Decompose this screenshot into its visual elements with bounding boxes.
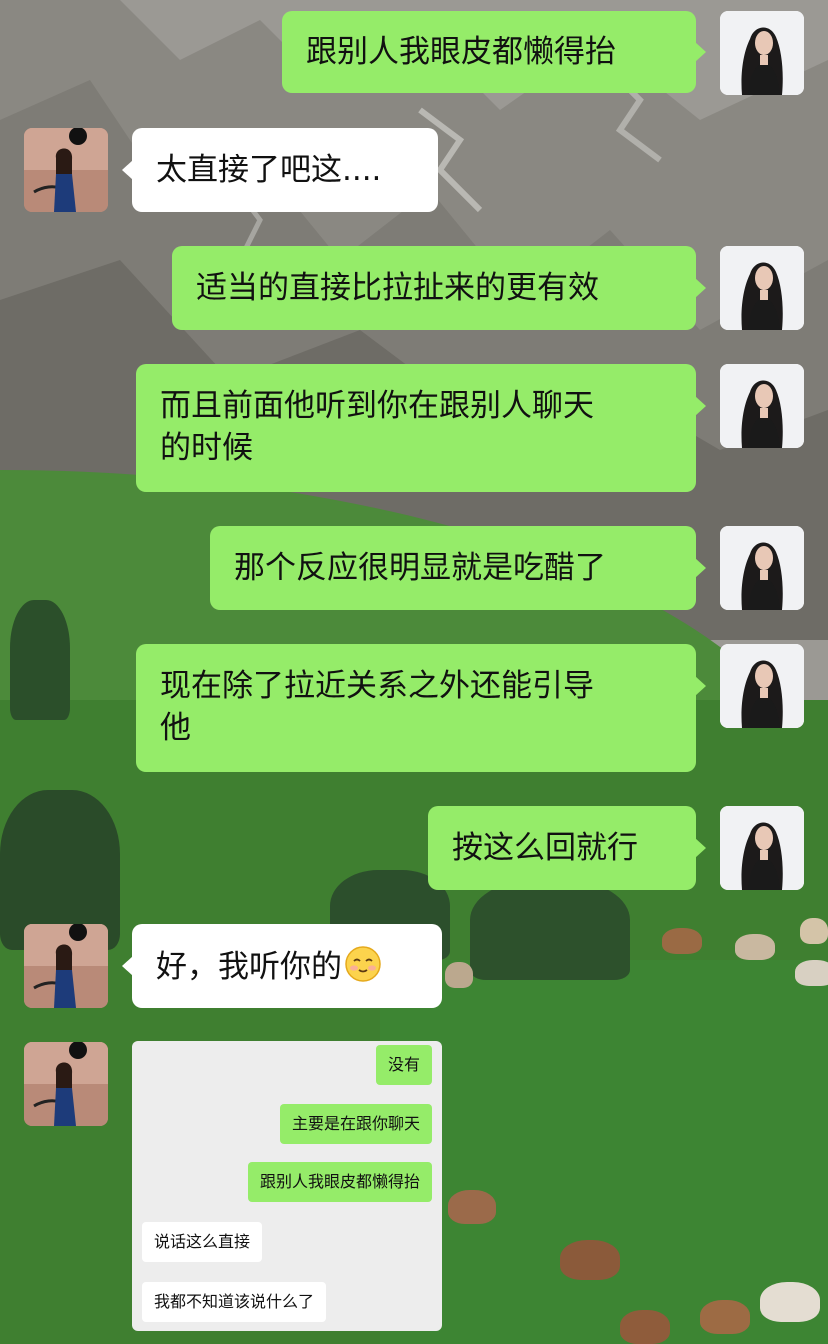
screenshot-text: 主要是在跟你聊天 [291, 1114, 420, 1133]
bubble-tail [695, 42, 706, 62]
message-text-line-1: 而且前面他听到你在跟别人聊天 [160, 388, 594, 424]
my-avatar[interactable] [720, 246, 804, 330]
cow [445, 962, 473, 988]
message-text: 跟别人我眼皮都懒得抬 [306, 34, 616, 70]
message-bubble-received[interactable]: 太直接了吧这.... [132, 128, 438, 212]
screenshot-text: 跟别人我眼皮都懒得抬 [259, 1172, 420, 1191]
screenshot-bubble-sent: 主要是在跟你聊天 [279, 1104, 432, 1144]
screenshot-bubble-received: 说话这么直接 [142, 1222, 263, 1262]
contact-avatar[interactable] [24, 128, 108, 212]
screenshot-bubble-sent: 没有 [375, 1045, 432, 1085]
my-avatar[interactable] [720, 526, 804, 610]
screenshot-image-message[interactable]: 没有 主要是在跟你聊天 跟别人我眼皮都懒得抬 说话这么直接 我都不知道该说什么了 [132, 1041, 442, 1331]
message-bubble-received[interactable]: 好，我听你的 [132, 924, 442, 1008]
contact-avatar[interactable] [24, 1042, 108, 1126]
contact-avatar[interactable] [24, 924, 108, 1008]
message-text-line-2: 他 [160, 710, 191, 746]
tree-cluster-right [470, 880, 630, 980]
message-text: 按这么回就行 [452, 830, 638, 866]
message-bubble-sent[interactable]: 而且前面他听到你在跟别人聊天 的时候 [136, 364, 696, 492]
message-text: 好，我听你的 [156, 949, 342, 985]
cow [620, 1310, 670, 1344]
cow [795, 960, 828, 986]
cow [735, 934, 775, 960]
message-bubble-sent[interactable]: 跟别人我眼皮都懒得抬 [282, 11, 696, 93]
meadow [380, 960, 828, 1344]
screenshot-bubble-received: 我都不知道该说什么了 [142, 1282, 327, 1322]
message-text-line-2: 的时候 [160, 430, 253, 466]
chat-screen: 跟别人我眼皮都懒得抬 太直接了吧这.... 适当的直接比拉扯来的更有效 而且前面… [0, 0, 828, 1344]
cow [700, 1300, 750, 1334]
screenshot-bubble-sent: 跟别人我眼皮都懒得抬 [247, 1162, 432, 1202]
screenshot-text: 说话这么直接 [154, 1232, 251, 1251]
my-avatar[interactable] [720, 364, 804, 448]
cow [448, 1190, 496, 1224]
screenshot-text: 没有 [387, 1055, 420, 1074]
bubble-tail [695, 676, 706, 696]
message-text: 那个反应很明显就是吃醋了 [234, 550, 606, 586]
cow [662, 928, 702, 954]
smiling-face-emoji-icon [345, 946, 381, 982]
message-text-line-1: 现在除了拉近关系之外还能引导 [160, 668, 594, 704]
my-avatar[interactable] [720, 644, 804, 728]
bubble-tail [695, 396, 706, 416]
cow [560, 1240, 620, 1280]
cow [760, 1282, 820, 1322]
my-avatar[interactable] [720, 806, 804, 890]
screenshot-text: 我都不知道该说什么了 [154, 1292, 315, 1311]
message-bubble-sent[interactable]: 现在除了拉近关系之外还能引导 他 [136, 644, 696, 772]
bubble-tail [695, 558, 706, 578]
tree-cluster-left [10, 600, 70, 720]
message-bubble-sent[interactable]: 适当的直接比拉扯来的更有效 [172, 246, 696, 330]
message-text: 适当的直接比拉扯来的更有效 [196, 270, 599, 306]
bubble-tail [695, 838, 706, 858]
message-bubble-sent[interactable]: 按这么回就行 [428, 806, 696, 890]
my-avatar[interactable] [720, 11, 804, 95]
bubble-tail [695, 278, 706, 298]
message-bubble-sent[interactable]: 那个反应很明显就是吃醋了 [210, 526, 696, 610]
cow [800, 918, 828, 944]
message-text: 太直接了吧这.... [156, 152, 382, 188]
